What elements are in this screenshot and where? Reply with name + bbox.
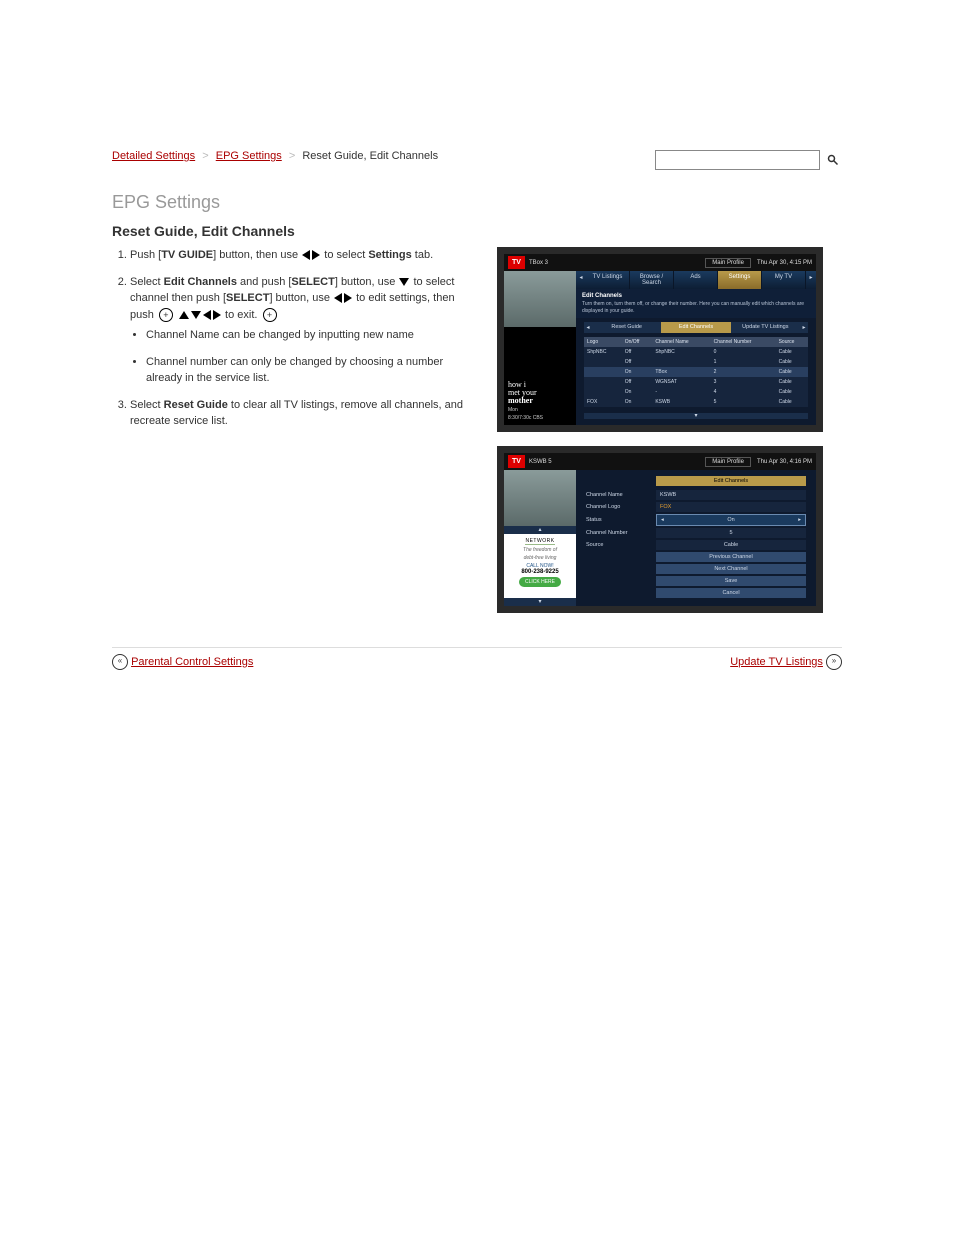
tvguide-logo: TV <box>508 455 525 468</box>
breadcrumb-link-1[interactable]: Detailed Settings <box>112 150 195 162</box>
settings-subtabs: ◂ Reset Guide Edit Channels Update TV Li… <box>576 318 816 337</box>
next-channel-button[interactable]: Next Channel <box>656 564 806 574</box>
table-row[interactable]: FOXOnKSWB5Cable <box>584 397 808 407</box>
scroll-down-indicator[interactable]: ▾ <box>584 413 808 419</box>
subtab-edit-channels[interactable]: Edit Channels <box>661 322 730 333</box>
col-number: Channel Number <box>711 337 776 347</box>
tvguide-logo: TV <box>508 256 525 269</box>
selector-left-arrow: ◂ <box>661 517 664 523</box>
channel-label: TBox 3 <box>529 260 548 266</box>
tab-my-tv[interactable]: My TV <box>762 271 806 289</box>
field-channel-logo[interactable]: FOX <box>656 502 806 512</box>
show-poster-ad[interactable]: how i met your mother Mon 8:30/7:30c CBS <box>504 327 576 425</box>
table-row[interactable]: OnTBox2Cable <box>584 367 808 377</box>
channel-label: KSWB 5 <box>529 459 552 465</box>
label-channel-number: Channel Number <box>586 530 656 536</box>
tabs-right-arrow[interactable]: ▸ <box>806 271 816 289</box>
arrow-right-icon <box>344 293 352 303</box>
arrow-left-icon <box>334 293 342 303</box>
breadcrumb-current: Reset Guide, Edit Channels <box>302 150 438 162</box>
search-box <box>655 150 842 170</box>
subsection-title: Reset Guide, Edit Channels <box>112 223 842 239</box>
note-2: Channel number can only be changed by ch… <box>146 354 477 387</box>
live-preview-thumbnail <box>504 271 576 327</box>
datetime-label: Thu Apr 30, 4:16 PM <box>757 459 812 465</box>
note-1: Channel Name can be changed by inputting… <box>146 327 477 344</box>
subtabs-right-arrow[interactable]: ▸ <box>800 322 808 333</box>
search-input[interactable] <box>655 150 820 170</box>
save-button[interactable]: Save <box>656 576 806 586</box>
plus-circle-icon: + <box>263 308 277 322</box>
label-channel-logo: Channel Logo <box>586 504 656 510</box>
arrow-right-icon <box>213 310 221 320</box>
side-scroll-down[interactable]: ▾ <box>504 598 576 606</box>
channels-table: Logo On/Off Channel Name Channel Number … <box>584 337 808 407</box>
tvguide-edit-channel-detail-screenshot: TV KSWB 5 Main Profile Thu Apr 30, 4:16 … <box>497 446 823 613</box>
live-preview-thumbnail <box>504 470 576 526</box>
label-source: Source <box>586 542 656 548</box>
previous-channel-button[interactable]: Previous Channel <box>656 552 806 562</box>
arrow-right-icon <box>312 250 320 260</box>
table-row[interactable]: OffWGNSAT3Cable <box>584 377 808 387</box>
subtab-reset-guide[interactable]: Reset Guide <box>592 322 661 333</box>
tabs-left-arrow[interactable]: ◂ <box>576 271 586 289</box>
tab-tv-listings[interactable]: TV Listings <box>586 271 630 289</box>
col-source: Source <box>776 337 808 347</box>
label-channel-name: Channel Name <box>586 492 656 498</box>
search-icon <box>827 154 839 166</box>
click-here-button[interactable]: CLICK HERE <box>519 577 561 587</box>
col-logo: Logo <box>584 337 622 347</box>
screenshots-column: TV TBox 3 Main Profile Thu Apr 30, 4:15 … <box>497 247 823 627</box>
edit-channels-header-button[interactable]: Edit Channels <box>656 476 806 486</box>
next-page-link[interactable]: Update TV Listings <box>730 656 823 668</box>
footer-navigation: « Parental Control Settings Update TV Li… <box>112 647 842 670</box>
profile-selector[interactable]: Main Profile <box>705 258 751 268</box>
table-row[interactable]: Off1Cable <box>584 357 808 367</box>
breadcrumb-separator: > <box>202 150 208 162</box>
arrow-down-icon <box>191 311 201 319</box>
tvguide-edit-channels-screenshot: TV TBox 3 Main Profile Thu Apr 30, 4:15 … <box>497 247 823 432</box>
network-ad[interactable]: NETWORK The freedom of debt-free living … <box>504 534 576 598</box>
prev-page-icon[interactable]: « <box>112 654 128 670</box>
field-channel-number[interactable]: 5 <box>656 528 806 538</box>
subtabs-left-arrow[interactable]: ◂ <box>584 322 592 333</box>
breadcrumb-separator: > <box>289 150 295 162</box>
next-page-icon[interactable]: » <box>826 654 842 670</box>
arrow-down-icon <box>399 278 409 286</box>
profile-selector[interactable]: Main Profile <box>705 457 751 467</box>
label-status: Status <box>586 517 656 523</box>
arrow-up-icon <box>179 311 189 319</box>
selector-right-arrow: ▸ <box>798 517 801 523</box>
section-title: EPG Settings <box>112 192 842 213</box>
tab-settings[interactable]: Settings <box>718 271 762 289</box>
table-row[interactable]: ShpNBCOffShpNBC0Cable <box>584 347 808 357</box>
instructions-column: Push [TV GUIDE] button, then use to sele… <box>112 247 477 627</box>
step-3: Select Reset Guide to clear all TV listi… <box>130 397 477 430</box>
prev-page-link[interactable]: Parental Control Settings <box>131 656 253 668</box>
subtab-update-listings[interactable]: Update TV Listings <box>731 322 800 333</box>
cancel-button[interactable]: Cancel <box>656 588 806 598</box>
search-button[interactable] <box>824 151 842 169</box>
field-source[interactable]: Cable <box>656 540 806 550</box>
col-onoff: On/Off <box>622 337 653 347</box>
step-2: Select Edit Channels and push [SELECT] b… <box>130 274 477 387</box>
tab-browse-search[interactable]: Browse / Search <box>630 271 674 289</box>
plus-circle-icon: + <box>159 308 173 322</box>
arrow-left-icon <box>302 250 310 260</box>
tab-ads[interactable]: Ads <box>674 271 718 289</box>
col-name: Channel Name <box>652 337 710 347</box>
arrow-left-icon <box>203 310 211 320</box>
breadcrumb-link-2[interactable]: EPG Settings <box>216 150 282 162</box>
datetime-label: Thu Apr 30, 4:15 PM <box>757 260 812 266</box>
side-scroll-up[interactable]: ▴ <box>504 526 576 534</box>
step-1: Push [TV GUIDE] button, then use to sele… <box>130 247 477 264</box>
field-channel-name[interactable]: KSWB <box>656 490 806 500</box>
field-status-selector[interactable]: ◂On▸ <box>656 514 806 526</box>
panel-header: Edit Channels Turn them on, turn them of… <box>576 289 816 318</box>
table-row[interactable]: On-4Cable <box>584 387 808 397</box>
main-tabs: ◂ TV Listings Browse / Search Ads Settin… <box>576 271 816 289</box>
